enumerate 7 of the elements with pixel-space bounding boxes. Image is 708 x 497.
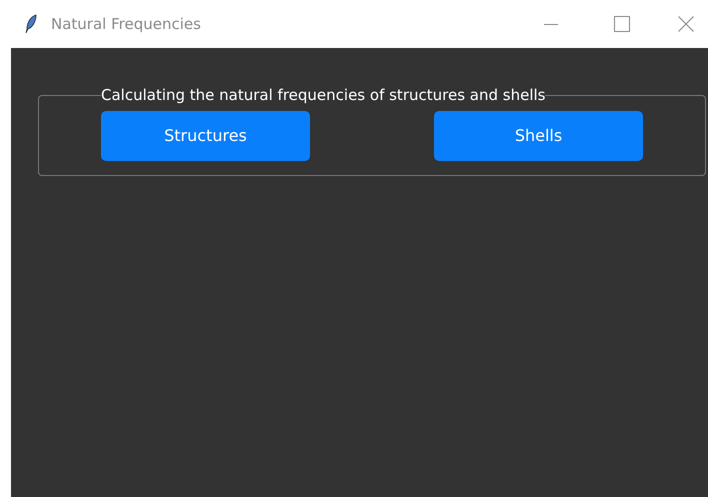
close-icon[interactable] <box>678 16 694 32</box>
action-button[interactable]: Shells <box>434 110 643 160</box>
window-title: Natural Frequencies <box>51 14 201 35</box>
action-button[interactable]: Structures <box>101 110 310 160</box>
group-title: Calculating the natural frequencies of structures and shells <box>101 85 546 106</box>
maximize-icon[interactable] <box>614 16 630 32</box>
feather-icon <box>24 14 38 34</box>
